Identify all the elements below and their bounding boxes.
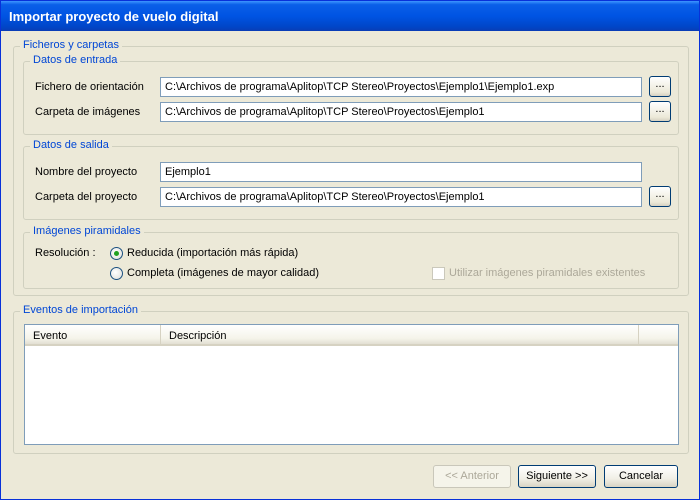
events-list[interactable]: Evento Descripción [24,324,679,445]
radio-selected-dot [114,251,119,256]
events-group-legend: Eventos de importación [20,304,141,316]
next-button[interactable]: Siguiente >> [518,465,596,488]
radio-reduced-label[interactable]: Reducida (importación más rápida) [127,247,298,259]
images-folder-label: Carpeta de imágenes [35,106,141,118]
images-folder-input[interactable]: C:\Archivos de programa\Aplitop\TCP Ster… [160,102,642,122]
radio-complete[interactable] [110,267,123,280]
import-dialog: Importar proyecto de vuelo digital Fiche… [0,0,700,500]
window-title: Importar proyecto de vuelo digital [9,9,219,24]
column-header-description[interactable]: Descripción [161,325,639,344]
output-data-group: Datos de salida [23,139,679,220]
orientation-file-label: Fichero de orientación [35,81,144,93]
cancel-button[interactable]: Cancelar [604,465,678,488]
project-name-label: Nombre del proyecto [35,166,138,178]
back-button[interactable]: << Anterior [433,465,511,488]
pyramid-images-group: Imágenes piramidales [23,225,679,289]
column-header-event-label: Evento [33,330,68,342]
title-bar[interactable]: Importar proyecto de vuelo digital [1,1,699,31]
orientation-browse-button[interactable]: ... [649,76,671,97]
use-existing-pyramids-checkbox[interactable] [432,267,445,280]
project-folder-label: Carpeta del proyecto [35,191,138,203]
project-folder-browse-button[interactable]: ... [649,186,671,207]
files-group-legend: Ficheros y carpetas [20,39,122,51]
input-data-group: Datos de entrada [23,54,679,135]
input-data-legend: Datos de entrada [30,54,121,66]
images-browse-button[interactable]: ... [649,101,671,122]
pyramid-images-legend: Imágenes piramidales [30,225,144,237]
column-header-event[interactable]: Evento [25,325,161,344]
radio-reduced[interactable] [110,247,123,260]
resolution-label: Resolución : [35,247,96,259]
project-name-input[interactable]: Ejemplo1 [160,162,642,182]
column-header-description-label: Descripción [169,330,227,342]
use-existing-pyramids-label: Utilizar imágenes piramidales existentes [449,267,646,279]
output-data-legend: Datos de salida [30,139,112,151]
project-folder-input[interactable]: C:\Archivos de programa\Aplitop\TCP Ster… [160,187,642,207]
events-list-header: Evento Descripción [25,325,678,346]
orientation-file-input[interactable]: C:\Archivos de programa\Aplitop\TCP Ster… [160,77,642,97]
radio-complete-label[interactable]: Completa (imágenes de mayor calidad) [127,267,319,279]
